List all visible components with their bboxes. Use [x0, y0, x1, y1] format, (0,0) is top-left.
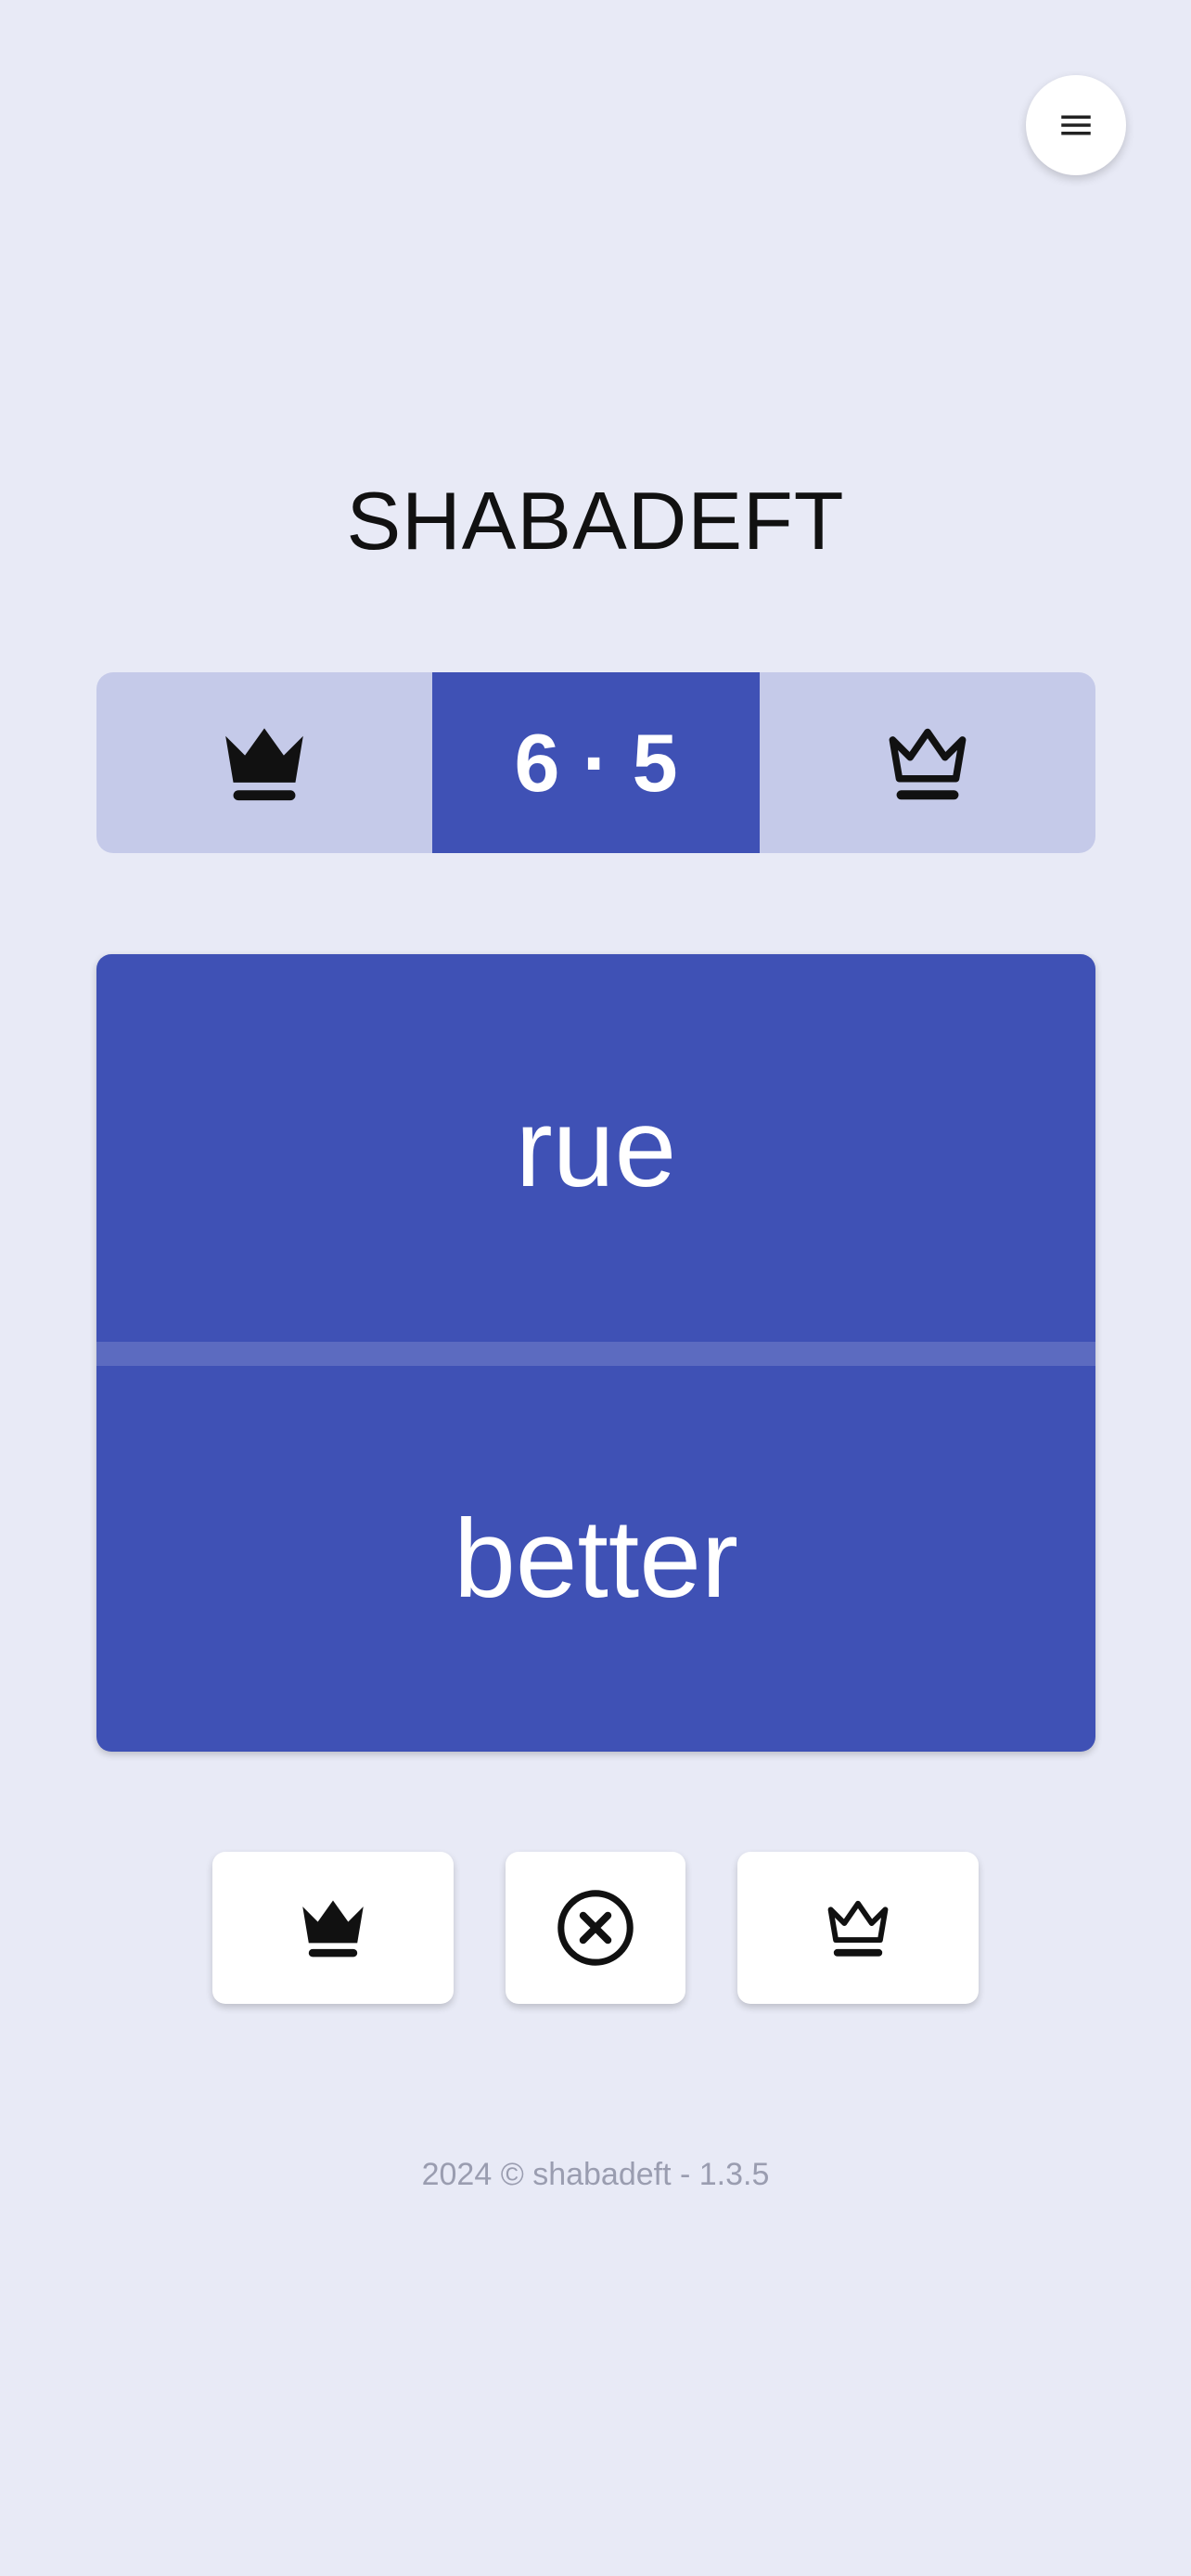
word-card: rue better [96, 954, 1095, 1752]
score-left [96, 672, 432, 853]
footer-text: 2024 © shabadeft - 1.3.5 [421, 2157, 770, 2192]
close-circle-icon [557, 1890, 634, 1966]
skip-button[interactable] [506, 1852, 685, 2004]
card-bottom-word: better [454, 1497, 738, 1621]
card-top-word: rue [515, 1086, 677, 1210]
score-right [760, 672, 1095, 853]
menu-button[interactable] [1026, 75, 1126, 175]
crown-outline-icon [889, 728, 967, 799]
page-title: SHABADEFT [346, 475, 845, 567]
crown-filled-button[interactable] [212, 1852, 454, 2004]
score-display: 6 · 5 [432, 672, 760, 853]
scoreboard: 6 · 5 [96, 672, 1095, 853]
crown-filled-icon [302, 1900, 364, 1958]
menu-icon [1061, 115, 1091, 135]
crown-filled-icon [225, 727, 303, 800]
card-divider [96, 1342, 1095, 1366]
crown-outline-icon [827, 1900, 889, 1957]
crown-outline-button[interactable] [737, 1852, 979, 2004]
